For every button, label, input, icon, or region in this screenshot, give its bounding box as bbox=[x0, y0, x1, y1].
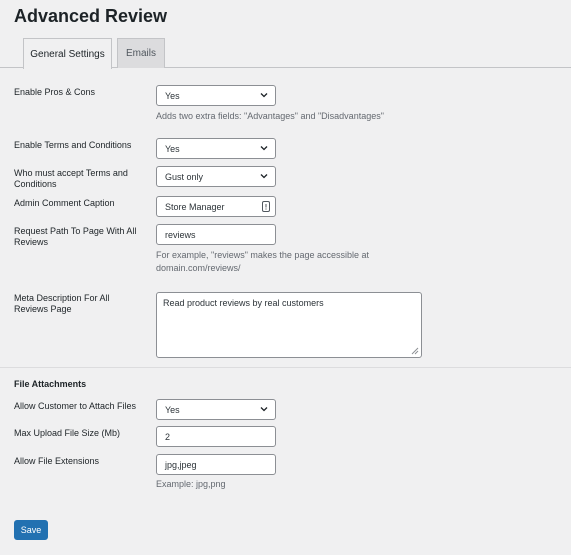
who-accept-label: Who must accept Terms and Conditions bbox=[14, 168, 128, 189]
meta-description-textarea[interactable]: Read product reviews by real customers bbox=[156, 292, 422, 358]
chevron-down-icon bbox=[260, 174, 268, 179]
max-size-value: 2 bbox=[165, 431, 171, 442]
pros-cons-select[interactable]: Yes bbox=[156, 85, 276, 106]
admin-caption-label: Admin Comment Caption bbox=[14, 198, 115, 208]
chevron-down-icon bbox=[260, 93, 268, 98]
chevron-down-icon bbox=[260, 407, 268, 412]
who-accept-value: Gust only bbox=[165, 171, 204, 182]
document-icon bbox=[262, 201, 270, 212]
extensions-label: Allow File Extensions bbox=[14, 456, 100, 466]
request-path-label: Request Path To Page With All Reviews bbox=[14, 226, 137, 247]
allow-attach-select[interactable]: Yes bbox=[156, 399, 276, 420]
allow-attach-value: Yes bbox=[165, 404, 180, 415]
meta-description-label: Meta Description For All Reviews Page bbox=[14, 293, 110, 314]
page-title: Advanced Review bbox=[14, 6, 168, 26]
pros-cons-label: Enable Pros & Cons bbox=[14, 87, 96, 97]
request-path-description: For example, "reviews" makes the page ac… bbox=[156, 249, 416, 275]
resize-grip-icon[interactable] bbox=[411, 347, 419, 355]
extensions-description: Example: jpg,png bbox=[156, 479, 226, 489]
request-path-value: reviews bbox=[165, 229, 196, 240]
settings-tabs: General Settings Emails bbox=[0, 38, 571, 69]
terms-value: Yes bbox=[165, 143, 180, 154]
extensions-value: jpg,jpeg bbox=[165, 459, 197, 470]
allow-attach-label: Allow Customer to Attach Files bbox=[14, 401, 137, 411]
pros-cons-value: Yes bbox=[165, 90, 180, 101]
terms-select[interactable]: Yes bbox=[156, 138, 276, 159]
request-path-description-line2: domain.com/reviews/ bbox=[156, 263, 241, 273]
terms-label: Enable Terms and Conditions bbox=[14, 140, 132, 150]
admin-caption-input[interactable]: Store Manager bbox=[156, 196, 276, 217]
max-size-label: Max Upload File Size (Mb) bbox=[14, 428, 121, 438]
pros-cons-description: Adds two extra fields: "Advantages" and … bbox=[156, 111, 384, 121]
tab-emails[interactable]: Emails bbox=[117, 38, 165, 68]
request-path-input[interactable]: reviews bbox=[156, 224, 276, 245]
tab-general-settings[interactable]: General Settings bbox=[23, 38, 112, 69]
meta-description-value: Read product reviews by real customers bbox=[163, 298, 324, 308]
save-button[interactable]: Save bbox=[14, 520, 48, 540]
admin-caption-value: Store Manager bbox=[165, 201, 225, 212]
max-size-input[interactable]: 2 bbox=[156, 426, 276, 447]
request-path-description-line1: For example, "reviews" makes the page ac… bbox=[156, 250, 369, 260]
extensions-input[interactable]: jpg,jpeg bbox=[156, 454, 276, 475]
who-accept-select[interactable]: Gust only bbox=[156, 166, 276, 187]
chevron-down-icon bbox=[260, 146, 268, 151]
file-attachments-heading: File Attachments bbox=[14, 379, 87, 389]
section-divider bbox=[0, 367, 571, 368]
